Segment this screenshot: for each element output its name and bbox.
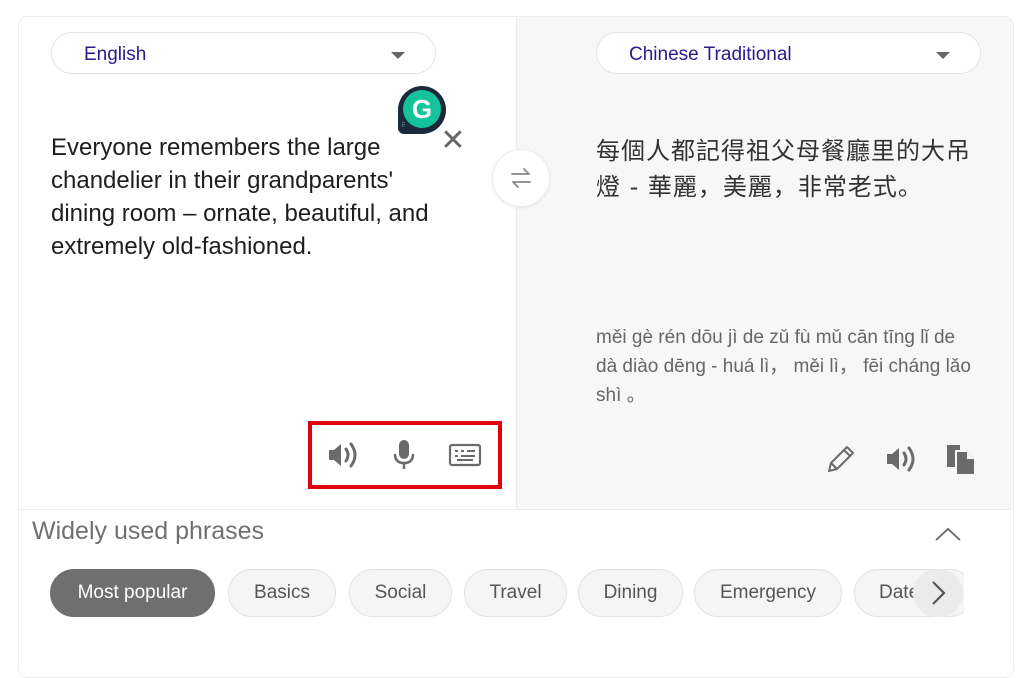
chevron-up-icon	[935, 527, 961, 541]
chip-dining[interactable]: Dining	[578, 569, 683, 617]
source-language-select[interactable]: English	[51, 32, 436, 74]
source-language-label: English	[84, 44, 147, 65]
speaker-icon	[329, 442, 357, 468]
chip-social[interactable]: Social	[349, 569, 452, 617]
target-pane: Chinese Traditional 每個人都記得祖父母餐廳里的大吊燈 - 華…	[516, 17, 1013, 509]
swap-languages-button[interactable]	[492, 149, 550, 207]
swap-arrows-icon	[511, 168, 531, 188]
chip-basics[interactable]: Basics	[228, 569, 336, 617]
translated-text: 每個人都記得祖父母餐廳里的大吊燈 - 華麗，美麗，非常老式。	[596, 137, 971, 201]
collapse-phrases-button[interactable]	[933, 520, 963, 550]
chevron-right-icon	[932, 581, 946, 605]
source-pane: English Everyone remembers the large cha…	[19, 17, 516, 509]
edit-translation-button[interactable]	[823, 441, 859, 477]
pinyin-text: měi gè rén dōu jì de zǔ fù mǔ cān tīng l…	[596, 327, 971, 406]
source-listen-button[interactable]	[325, 437, 361, 473]
section-divider	[19, 509, 1013, 510]
speaker-icon	[887, 446, 915, 472]
clear-text-button[interactable]: ✕	[437, 125, 469, 157]
keyboard-icon	[448, 443, 482, 467]
target-language-select[interactable]: Chinese Traditional	[596, 32, 981, 74]
chip-travel[interactable]: Travel	[464, 569, 567, 617]
copy-icon	[947, 445, 974, 474]
dropdown-caret-icon	[391, 52, 405, 59]
pencil-icon	[828, 446, 854, 472]
source-text-input[interactable]: Everyone remembers the large chandelier …	[51, 131, 431, 263]
dropdown-caret-icon	[936, 52, 950, 59]
microphone-icon	[393, 440, 415, 469]
grammarly-drag-handle-icon: ⠿	[401, 123, 406, 129]
phrase-category-chips: Most popular Basics Social Travel Dining…	[32, 569, 964, 619]
source-microphone-button[interactable]	[386, 437, 422, 473]
chip-most-popular[interactable]: Most popular	[50, 569, 215, 617]
chip-emergency[interactable]: Emergency	[694, 569, 842, 617]
grammarly-letter: G	[403, 90, 441, 128]
copy-translation-button[interactable]	[943, 441, 979, 477]
phrases-section-title: Widely used phrases	[32, 517, 265, 545]
source-keyboard-button[interactable]	[447, 437, 483, 473]
target-listen-button[interactable]	[883, 441, 919, 477]
target-language-label: Chinese Traditional	[629, 44, 792, 65]
next-categories-button[interactable]	[913, 569, 963, 617]
